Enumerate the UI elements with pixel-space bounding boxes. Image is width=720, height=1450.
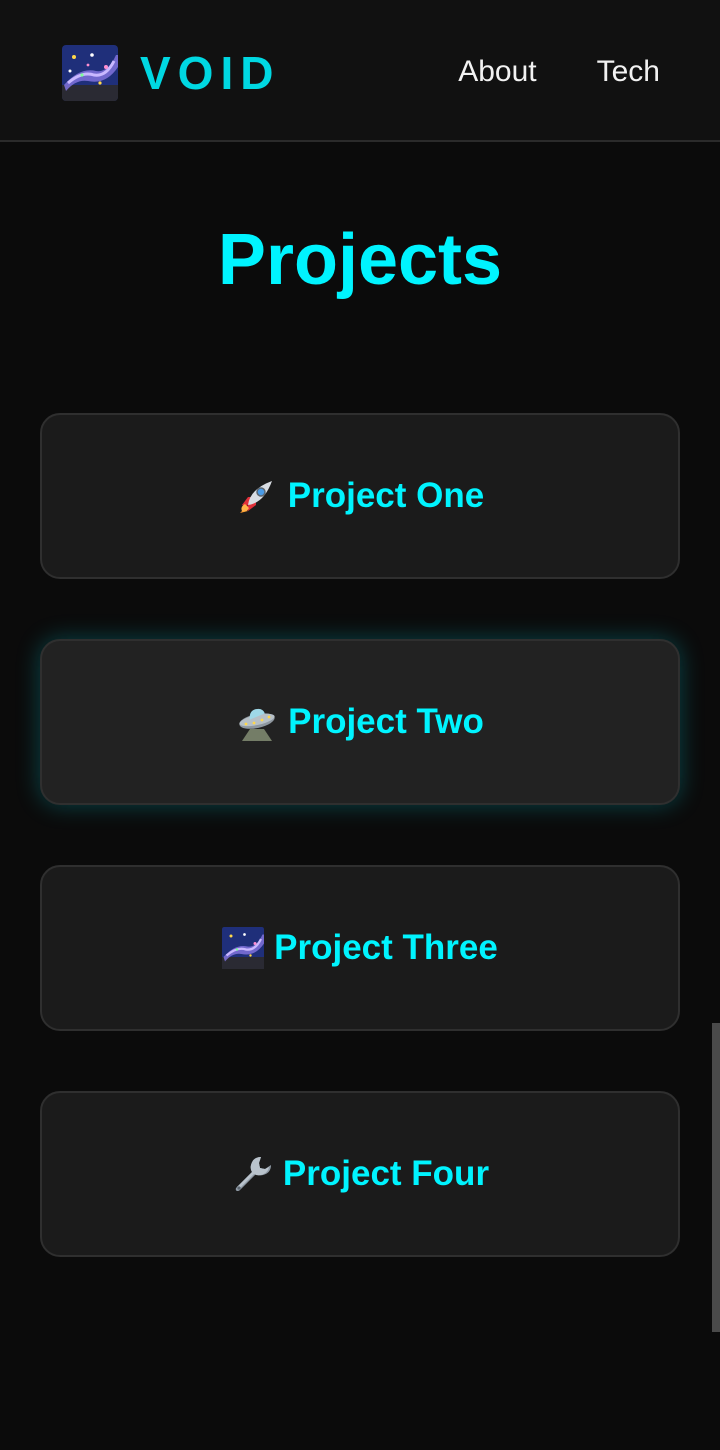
page-title: Projects [217,220,503,300]
project-title: Project Two [288,702,484,741]
project-card-three[interactable]: Project Three [40,865,680,1031]
scrollbar-thumb[interactable] [712,1023,720,1332]
flying-saucer-icon [239,708,275,741]
site-header: VOID About Tech [0,0,720,142]
project-title: Project One [287,476,485,515]
wrench-icon [235,1157,271,1191]
galaxy-icon [222,927,265,969]
nav-link-about[interactable]: About [458,52,536,92]
brand[interactable]: VOID [62,45,280,101]
nav-link-tech[interactable]: Tech [597,52,660,92]
brand-name: VOID [140,47,281,99]
project-title: Project Three [274,928,498,967]
project-title: Project Four [282,1154,490,1193]
rocket-icon [239,481,272,513]
project-card-four[interactable]: Project Four [40,1091,680,1257]
galaxy-icon [62,45,118,101]
project-card-one[interactable]: Project One [40,413,680,579]
main-nav: About Tech [458,52,660,92]
project-card-two[interactable]: Project Two [40,639,680,805]
